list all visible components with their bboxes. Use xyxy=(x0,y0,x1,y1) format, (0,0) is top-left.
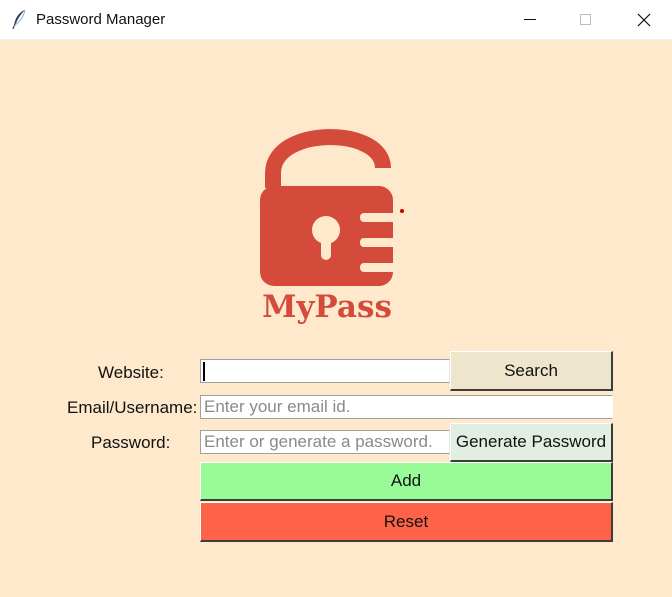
website-input[interactable] xyxy=(200,359,450,383)
open-padlock-icon xyxy=(260,129,404,286)
feather-icon xyxy=(12,9,26,29)
generate-password-button[interactable]: Generate Password xyxy=(450,423,613,462)
add-button[interactable]: Add xyxy=(200,462,613,501)
logo-text: MyPass xyxy=(262,289,392,325)
website-label: Website: xyxy=(98,363,164,382)
maximize-icon xyxy=(580,13,591,25)
email-label: Email/Username: xyxy=(67,398,198,417)
title-bar: Password Manager xyxy=(0,0,672,40)
password-label: Password: xyxy=(91,433,171,452)
text-cursor xyxy=(203,362,205,381)
close-button[interactable] xyxy=(616,0,672,39)
close-icon xyxy=(637,13,651,26)
window-title: Password Manager xyxy=(36,11,166,28)
email-input[interactable] xyxy=(200,395,613,419)
minimize-icon xyxy=(524,18,536,20)
minimize-button[interactable] xyxy=(502,0,558,39)
password-input[interactable] xyxy=(200,430,450,454)
maximize-button[interactable] xyxy=(558,0,614,39)
search-button[interactable]: Search xyxy=(450,351,613,391)
mypass-logo: MyPass xyxy=(260,129,404,325)
reset-button[interactable]: Reset xyxy=(200,502,613,542)
